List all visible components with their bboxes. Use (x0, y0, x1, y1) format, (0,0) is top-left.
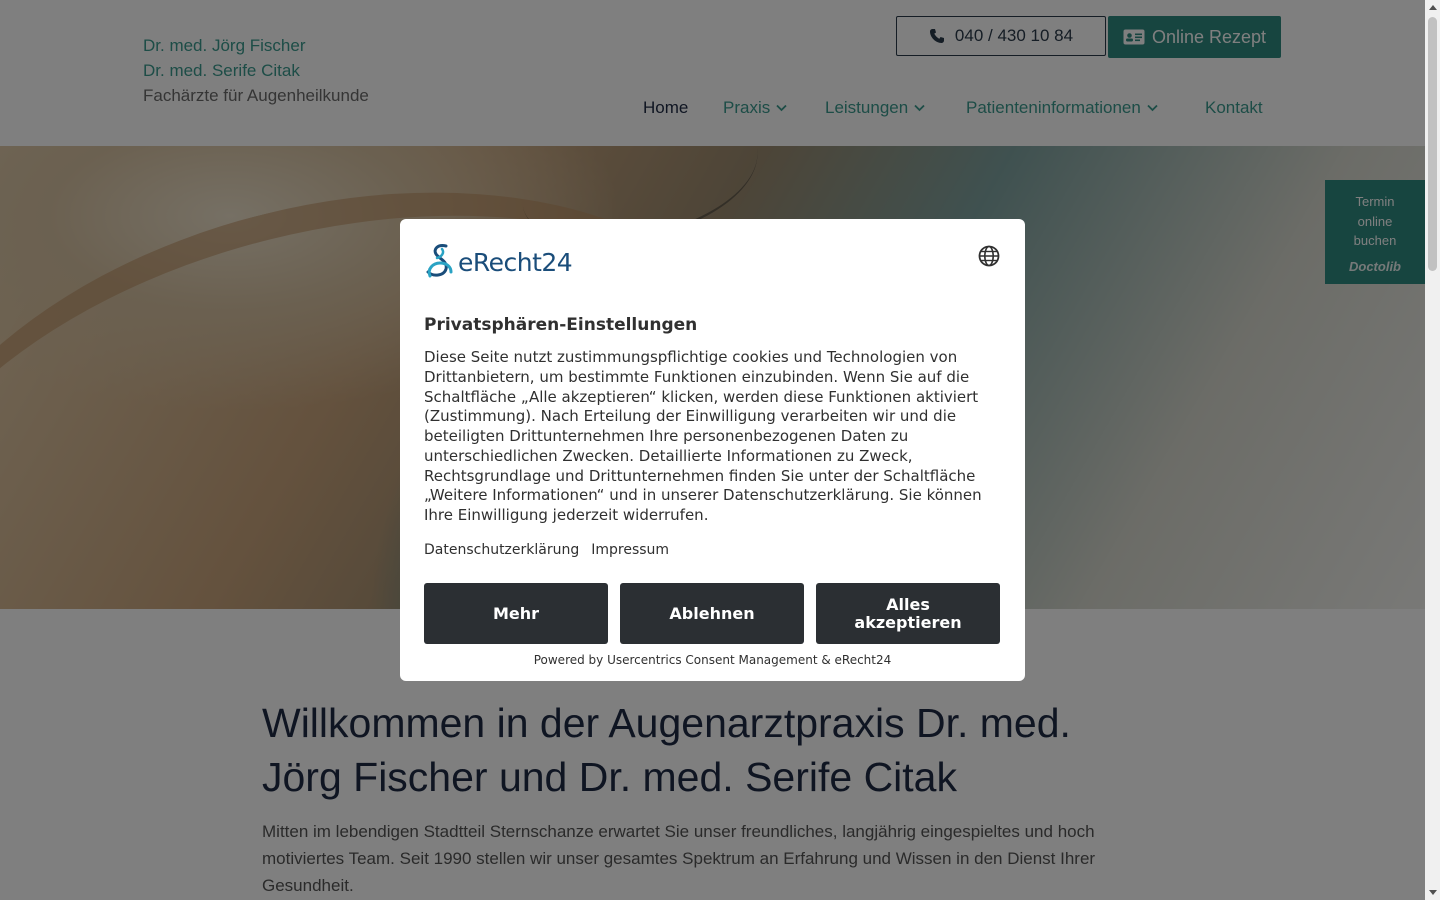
consent-modal: eRecht24 Privatsphären-Einstellungen Die… (400, 219, 1025, 681)
imprint-link[interactable]: Impressum (591, 542, 669, 558)
accept-all-button[interactable]: Alles akzeptieren (816, 583, 1000, 644)
page-scrollbar[interactable] (1425, 0, 1440, 900)
globe-language-icon[interactable] (978, 245, 1000, 267)
scroll-down-arrow-icon[interactable] (1425, 885, 1440, 900)
consent-title: Privatsphären-Einstellungen (424, 315, 698, 335)
consent-description: Diese Seite nutzt zustimmungspflichtige … (424, 348, 982, 524)
erecht24-logo: eRecht24 (424, 243, 573, 281)
erecht24-wordmark: eRecht24 (458, 247, 573, 277)
decline-button[interactable]: Ablehnen (620, 583, 804, 644)
powered-by-text: Powered by Usercentrics Consent Manageme… (533, 653, 892, 667)
scrollbar-thumb[interactable] (1428, 17, 1437, 271)
privacy-policy-link[interactable]: Datenschutzerklärung (424, 542, 579, 558)
consent-buttons: Mehr Ablehnen Alles akzeptieren (424, 583, 1000, 644)
scroll-up-arrow-icon[interactable] (1425, 0, 1440, 15)
more-button[interactable]: Mehr (424, 583, 608, 644)
erecht24-logo-icon (426, 244, 453, 278)
consent-links: Datenschutzerklärung Impressum (424, 542, 669, 558)
